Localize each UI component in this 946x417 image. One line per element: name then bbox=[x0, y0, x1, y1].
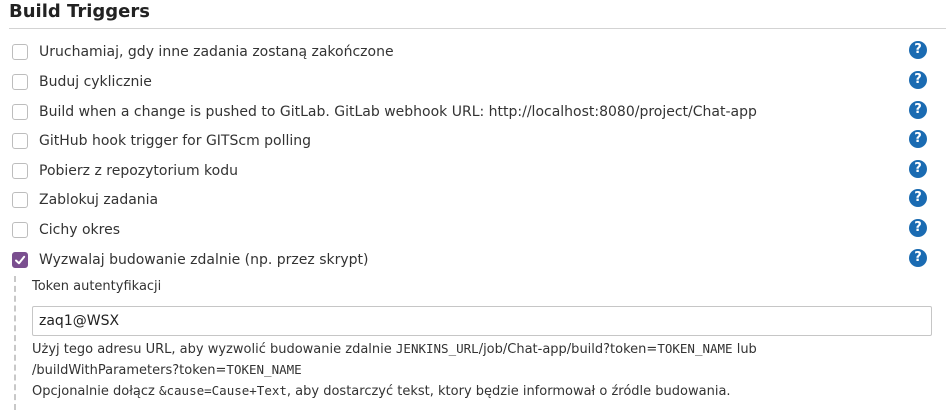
trigger-label[interactable]: Buduj cyklicznie bbox=[39, 74, 152, 90]
token-help-text: Użyj tego adresu URL, aby wyzwolić budow… bbox=[32, 339, 946, 402]
trigger-checkbox[interactable] bbox=[12, 192, 28, 208]
trigger-row-run-after-other-projects: Uruchamiaj, gdy inne zadania zostaną zak… bbox=[0, 40, 946, 66]
trigger-label[interactable]: Build when a change is pushed to GitLab.… bbox=[39, 104, 757, 120]
remote-trigger-options: Token autentyfikacji Użyj tego adresu UR… bbox=[14, 276, 946, 410]
help-code-token-name: TOKEN_NAME bbox=[226, 362, 302, 377]
trigger-label[interactable]: Wyzwalaj budowanie zdalnie (np. przez sk… bbox=[39, 252, 368, 268]
help-code-jenkins-url: JENKINS_URL bbox=[395, 341, 479, 356]
trigger-checkbox[interactable] bbox=[12, 74, 28, 90]
trigger-checkbox[interactable] bbox=[12, 222, 28, 238]
trigger-label[interactable]: Cichy okres bbox=[39, 222, 120, 238]
trigger-checkbox[interactable] bbox=[12, 133, 28, 149]
section-title: Build Triggers bbox=[9, 1, 150, 22]
token-input[interactable] bbox=[32, 306, 932, 336]
token-label: Token autentyfikacji bbox=[32, 279, 162, 294]
trigger-row-build-periodically: Buduj cyklicznie ? bbox=[0, 70, 946, 96]
help-icon[interactable]: ? bbox=[909, 189, 927, 207]
trigger-checkbox[interactable] bbox=[12, 104, 28, 120]
help-text-segment: , aby dostarczyć tekst, ktory będzie inf… bbox=[286, 384, 731, 399]
help-text-segment: /job/Chat-app/build?token= bbox=[478, 342, 658, 357]
trigger-row-block-jobs: Zablokuj zadania ? bbox=[0, 188, 946, 214]
trigger-row-gitlab-push: Build when a change is pushed to GitLab.… bbox=[0, 100, 946, 126]
section-header: Build Triggers bbox=[0, 0, 946, 32]
help-icon[interactable]: ? bbox=[909, 41, 927, 59]
help-icon[interactable]: ? bbox=[909, 71, 927, 89]
trigger-label[interactable]: GitHub hook trigger for GITScm polling bbox=[39, 133, 311, 149]
trigger-checkbox[interactable] bbox=[12, 44, 28, 60]
help-code-cause: &cause=Cause+Text bbox=[158, 383, 287, 398]
help-icon[interactable]: ? bbox=[909, 130, 927, 148]
trigger-row-poll-scm: Pobierz z repozytorium kodu ? bbox=[0, 159, 946, 185]
help-icon[interactable]: ? bbox=[909, 160, 927, 178]
trigger-checkbox-checked[interactable] bbox=[12, 252, 28, 268]
trigger-row-github-hook: GitHub hook trigger for GITScm polling ? bbox=[0, 129, 946, 155]
trigger-row-remote-build: Wyzwalaj budowanie zdalnie (np. przez sk… bbox=[0, 248, 946, 274]
help-icon[interactable]: ? bbox=[909, 101, 927, 119]
trigger-label[interactable]: Zablokuj zadania bbox=[39, 192, 158, 208]
checkmark-icon bbox=[15, 255, 26, 265]
help-icon[interactable]: ? bbox=[909, 249, 927, 267]
trigger-checkbox[interactable] bbox=[12, 163, 28, 179]
help-code-token-name: TOKEN_NAME bbox=[657, 341, 733, 356]
help-icon[interactable]: ? bbox=[909, 219, 927, 237]
trigger-row-quiet-period: Cichy okres ? bbox=[0, 218, 946, 244]
help-text-segment: Użyj tego adresu URL, aby wyzwolić budow… bbox=[32, 342, 396, 357]
help-text-segment: lub bbox=[732, 342, 757, 357]
help-text-segment: /buildWithParameters?token= bbox=[32, 363, 227, 378]
help-text-segment: Opcjonalnie dołącz bbox=[32, 384, 159, 399]
trigger-label[interactable]: Uruchamiaj, gdy inne zadania zostaną zak… bbox=[39, 44, 394, 60]
section-divider bbox=[9, 28, 946, 29]
trigger-label[interactable]: Pobierz z repozytorium kodu bbox=[39, 163, 238, 179]
